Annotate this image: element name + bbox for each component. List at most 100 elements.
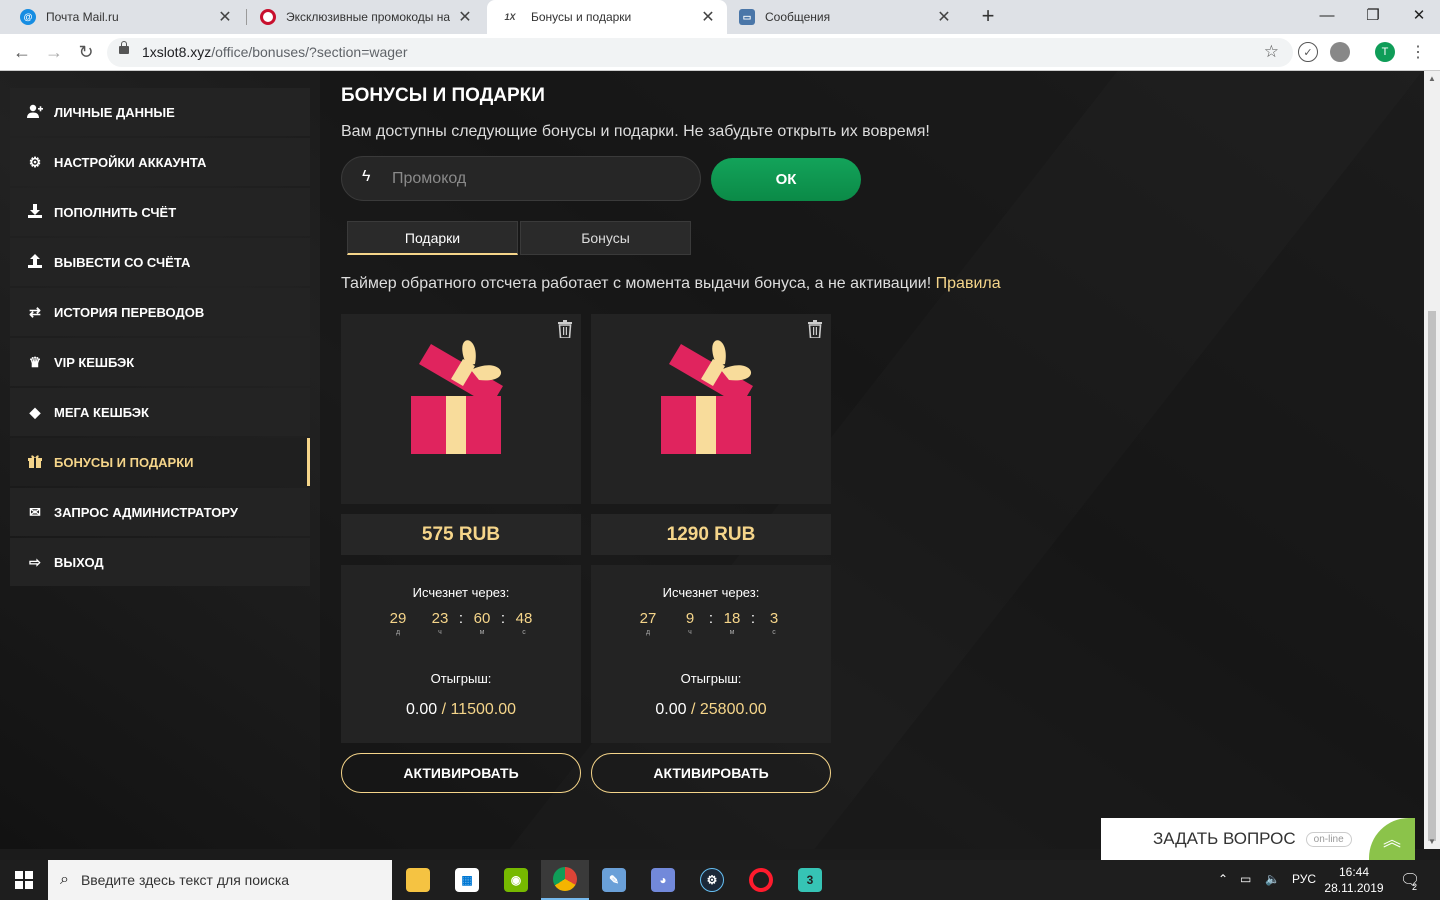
timer-days: 27 д [630,610,666,636]
close-tab-icon[interactable]: ✕ [218,7,232,27]
browser-toolbar: ← → ↻ 1xslot8.xyz/office/bonuses/?sectio… [0,34,1440,71]
menu-kebab-icon[interactable]: ⋮ [1406,40,1430,64]
ask-question-widget[interactable]: ЗАДАТЬ ВОПРОС on-line ︽ [1101,818,1415,860]
file-explorer-icon[interactable] [394,860,442,900]
new-tab-button[interactable]: + [976,3,1000,29]
promo-code-field[interactable]: ϟ [341,156,701,201]
discord-icon[interactable]: ◕ [639,860,687,900]
browser-tab-messages[interactable]: ▭ Сообщения ✕ [727,0,963,34]
browser-tab-mail[interactable]: @ Почта Mail.ru ✕ [8,0,244,34]
timer-value: 60 [473,610,491,627]
gift-card: 575 RUB Исчезнет через: 29д : 23ч : 60м … [341,314,581,793]
sidebar-item-deposit[interactable]: ПОПОЛНИТЬ СЧЁТ [10,188,310,236]
activate-button[interactable]: АКТИВИРОВАТЬ [591,753,831,793]
timer-value: 29 [389,610,407,627]
shield-extension-icon[interactable]: ✓ [1298,42,1318,62]
page-scrollbar[interactable]: ▲ ▼ [1424,71,1440,849]
bonuses-panel: БОНУСЫ И ПОДАРКИ Вам доступны следующие … [320,71,1424,849]
tray-expand-icon[interactable]: ⌃ [1218,872,1228,886]
page-subtitle: Вам доступны следующие бонусы и подарки.… [341,123,930,140]
browser-tab-strip: @ Почта Mail.ru ✕ Эксклюзивные промокоды… [0,0,1440,34]
chevrons-up-icon[interactable]: ︽ [1369,818,1415,860]
ok-button[interactable]: ОК [711,158,861,201]
wager-total: / 25800.00 [690,701,767,718]
ask-question-label: ЗАДАТЬ ВОПРОС [1153,829,1296,848]
minimize-icon[interactable]: — [1304,0,1350,30]
wager-total: / 11500.00 [441,701,517,718]
expires-label: Исчезнет через: [662,585,760,600]
sidebar-item-personal-data[interactable]: ЛИЧНЫЕ ДАННЫЕ [10,88,310,136]
browser-tab-bonuses[interactable]: 1X Бонусы и подарки ✕ [487,0,727,34]
windows-start-icon[interactable] [0,860,48,900]
network-icon[interactable]: ▭ [1240,872,1251,886]
trash-icon[interactable] [557,320,573,338]
opera-icon[interactable] [737,860,785,900]
volume-icon[interactable]: 🔈 [1265,872,1280,886]
gift-box-icon [661,340,753,454]
browser-tab-promo[interactable]: Эксклюзивные промокоды на ф ✕ [248,0,484,34]
gift-image-box [341,314,581,504]
forward-icon[interactable]: → [42,40,66,64]
sidebar-item-mega-cashback[interactable]: ◆ МЕГА КЕШБЭК [10,388,310,436]
language-indicator[interactable]: РУС [1292,872,1316,886]
extension-circle-icon[interactable] [1330,42,1350,62]
profile-avatar[interactable]: T [1375,42,1395,62]
close-window-icon[interactable]: ✕ [1396,0,1440,30]
search-icon: ⌕ [60,871,69,888]
activate-button[interactable]: АКТИВИРОВАТЬ [341,753,581,793]
trash-icon[interactable] [807,320,823,338]
steam-icon[interactable]: ⚙ [688,860,736,900]
url-path: /office/bonuses/?section=wager [211,44,408,60]
tab-gifts[interactable]: Подарки [347,221,518,255]
paint-icon[interactable]: ✎ [590,860,638,900]
taskbar-search[interactable]: ⌕ Введите здесь текст для поиска [48,860,392,900]
sidebar-item-admin-request[interactable]: ✉ ЗАПРОС АДМИНИСТРАТОРУ [10,488,310,536]
bookmark-star-icon[interactable]: ☆ [1264,42,1279,62]
bonus-info: Исчезнет через: 27д : 9ч : 18м : 3с Отыг… [591,565,831,743]
sidebar-item-account-settings[interactable]: ⚙ НАСТРОЙКИ АККАУНТА [10,138,310,186]
close-tab-icon[interactable]: ✕ [701,7,715,27]
sidebar-item-label: ЛИЧНЫЕ ДАННЫЕ [54,104,175,120]
bonus-amount: 1290 RUB [591,514,831,555]
mail-ru-icon: @ [20,9,36,25]
promo-code-input[interactable] [392,165,682,193]
back-icon[interactable]: ← [10,40,34,64]
sidebar-item-vip-cashback[interactable]: ♛ VIP КЕШБЭК [10,338,310,386]
address-bar[interactable]: 1xslot8.xyz/office/bonuses/?section=wage… [107,38,1293,67]
rules-link[interactable]: Правила [936,275,1001,292]
timer-unit: ч [438,629,442,636]
restore-icon[interactable]: ❐ [1350,0,1396,30]
wager-progress: 0.00 / 25800.00 [591,701,831,719]
nvidia-icon[interactable]: ◉ [492,860,540,900]
wager-label: Отыгрыш: [680,671,742,686]
scroll-down-icon[interactable]: ▼ [1428,837,1436,846]
timer-unit: м [479,629,485,636]
timer-unit: с [772,629,776,636]
sidebar-item-label: ВЫХОД [54,554,104,570]
page-title: БОНУСЫ И ПОДАРКИ [341,85,545,106]
download-icon [26,204,44,220]
sidebar-item-label: МЕГА КЕШБЭК [54,404,149,420]
close-tab-icon[interactable]: ✕ [937,7,951,27]
timer-hours: 9ч [672,610,708,636]
store-icon[interactable]: ▦ [443,860,491,900]
close-tab-icon[interactable]: ✕ [458,7,472,27]
timer-notice: Таймер обратного отсчета работает с моме… [341,275,1001,293]
reload-icon[interactable]: ↻ [74,40,98,64]
sidebar-item-withdraw[interactable]: ВЫВЕСТИ СО СЧЁТА [10,238,310,286]
app-3-icon[interactable]: 3 [786,860,834,900]
sidebar-item-logout[interactable]: ⇨ ВЫХОД [10,538,310,586]
system-clock[interactable]: 16:44 28.11.2019 [1322,864,1386,896]
notifications-icon[interactable]: 🗨 [1400,870,1420,890]
sidebar-item-transfer-history[interactable]: ⇄ ИСТОРИЯ ПЕРЕВОДОВ [10,288,310,336]
notifications-count: 2 [1412,882,1418,892]
scroll-up-icon[interactable]: ▲ [1428,74,1436,83]
tab-bonuses[interactable]: Бонусы [520,221,691,255]
site-favicon-icon [260,9,276,25]
bonus-amount: 575 RUB [341,514,581,555]
scrollbar-thumb[interactable] [1428,311,1436,841]
sidebar-item-label: ЗАПРОС АДМИНИСТРАТОРУ [54,504,238,520]
timer-seconds: 3с [756,610,792,636]
sidebar-item-bonuses-gifts[interactable]: БОНУСЫ И ПОДАРКИ [10,438,310,486]
chrome-icon[interactable] [541,860,589,900]
